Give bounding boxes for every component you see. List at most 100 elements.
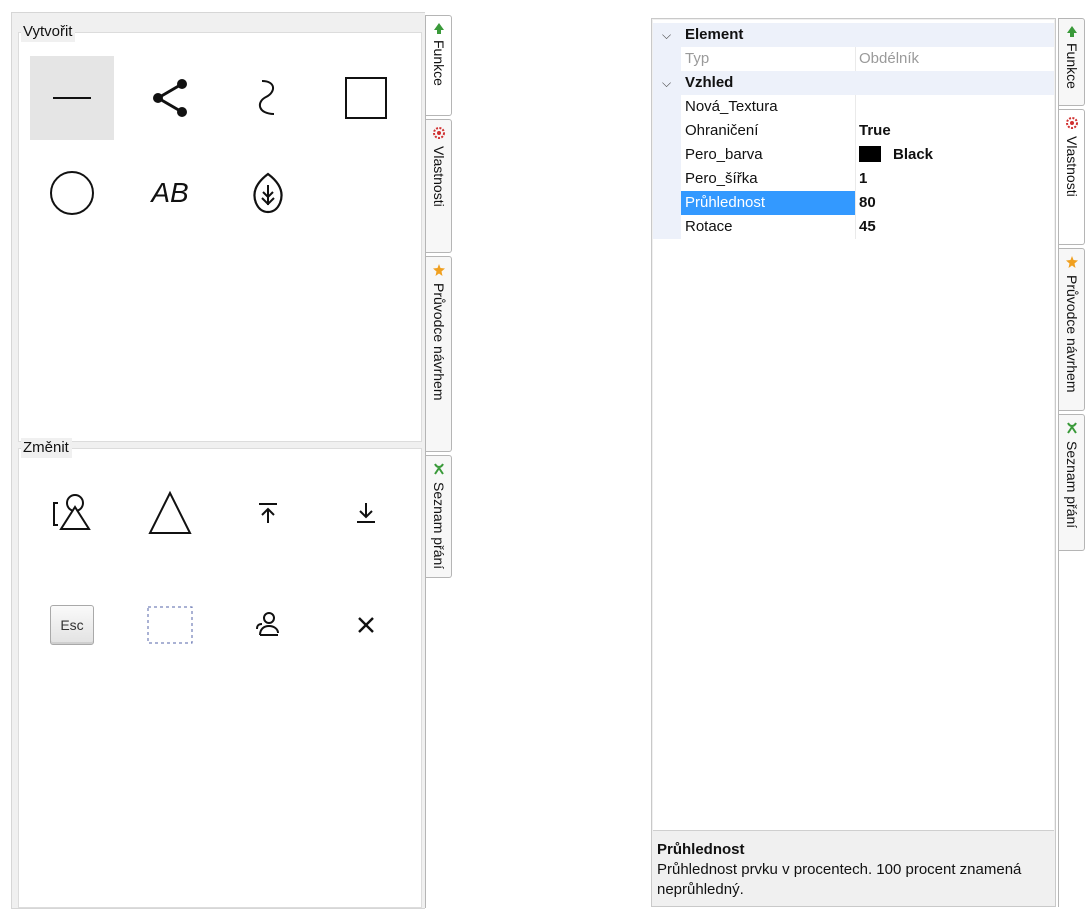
delete-tool-button[interactable] <box>324 583 408 667</box>
esc-key-label: Esc <box>60 617 84 633</box>
triangle-tool-button[interactable] <box>128 471 212 555</box>
tab-seznam-prani-label: Seznam přání <box>431 482 447 570</box>
ellipse-tool-button[interactable] <box>30 151 114 235</box>
line-tool-button[interactable] <box>30 56 114 140</box>
toolbox-panel: Vytvořit AB Změnit Esc <box>11 12 425 909</box>
row-gutter <box>653 143 681 167</box>
row-gutter <box>653 167 681 191</box>
circle-icon <box>50 171 94 215</box>
star-wand-icon <box>1066 256 1078 268</box>
category-title: Vzhled <box>685 74 734 91</box>
property-value[interactable]: 1 <box>859 167 867 191</box>
property-value[interactable]: True <box>859 119 891 143</box>
column-divider <box>855 95 856 119</box>
text-ab-icon: AB <box>151 177 189 208</box>
column-divider <box>855 47 856 71</box>
share-nodes-icon <box>153 79 187 117</box>
tab-vlastnosti-label: Vlastnosti <box>1064 136 1080 197</box>
tab-vlastnosti[interactable]: Vlastnosti <box>1059 109 1085 245</box>
bring-to-front-tool-button[interactable] <box>226 471 310 555</box>
property-name: Průhlednost <box>681 191 855 215</box>
tab-seznam-prani[interactable]: Seznam přání <box>426 455 452 578</box>
property-value: Obdélník <box>859 50 920 67</box>
chevron-down-icon[interactable]: ⌵ <box>662 23 671 47</box>
column-divider <box>855 191 856 215</box>
property-name: Pero_barva <box>685 146 763 163</box>
rectangle-tool-button[interactable] <box>324 56 408 140</box>
property-grid-panel: ⌵ Element Typ Obdélník ⌵ Vzhled Nová_Tex… <box>651 18 1056 907</box>
tab-funkce[interactable]: Funkce <box>426 15 452 116</box>
tab-seznam-prani-label: Seznam přání <box>1064 441 1080 529</box>
escape-tool-button[interactable]: Esc <box>30 583 114 667</box>
column-divider <box>855 215 856 239</box>
tab-funkce[interactable]: Funkce <box>1059 18 1085 106</box>
send-to-back-tool-button[interactable] <box>324 471 408 555</box>
tab-funkce-label: Funkce <box>431 40 447 86</box>
row-gutter <box>653 119 681 143</box>
esc-key-icon: Esc <box>50 605 94 645</box>
property-value[interactable]: Black <box>859 143 933 167</box>
property-row-selected[interactable]: Průhlednost 80 <box>653 191 1054 215</box>
ribbon-icon <box>1067 422 1077 434</box>
row-gutter <box>653 215 681 239</box>
modify-group: Změnit Esc <box>18 438 422 908</box>
property-row[interactable]: Pero_barva Black <box>653 143 1054 167</box>
property-row[interactable]: Nová_Textura <box>653 95 1054 119</box>
connector-tool-button[interactable] <box>128 56 212 140</box>
ribbon-icon <box>434 463 444 475</box>
property-name: Typ <box>685 50 710 67</box>
property-name: Ohraničení <box>685 122 759 139</box>
color-swatch <box>859 146 881 162</box>
column-divider <box>855 119 856 143</box>
triangle-icon <box>148 490 192 534</box>
category-element[interactable]: ⌵ Element <box>653 23 1054 47</box>
property-name: Rotace <box>685 218 733 235</box>
tab-vlastnosti[interactable]: Vlastnosti <box>426 119 452 253</box>
row-gutter <box>653 191 681 215</box>
arrow-up-to-top-icon <box>259 503 277 523</box>
tab-pruvodce-navrhem[interactable]: Průvodce návrhem <box>1059 248 1085 411</box>
curve-tool-button[interactable] <box>226 56 310 140</box>
category-title: Element <box>685 26 744 43</box>
category-vzhled[interactable]: ⌵ Vzhled <box>653 71 1054 95</box>
description-text: Průhlednost prvku v procentech. 100 proc… <box>657 861 1022 898</box>
square-icon <box>345 77 387 119</box>
property-row[interactable]: Pero_šířka 1 <box>653 167 1054 191</box>
tree-icon <box>1067 26 1077 37</box>
edit-shape-tool-button[interactable] <box>30 471 114 555</box>
property-row[interactable]: Ohraničení True <box>653 119 1054 143</box>
property-value[interactable]: 80 <box>859 191 876 215</box>
tab-funkce-label: Funkce <box>1064 43 1080 89</box>
tab-vlastnosti-label: Vlastnosti <box>431 146 447 207</box>
tab-pruvodce-navrhem-label: Průvodce návrhem <box>1064 275 1080 393</box>
property-value[interactable]: 45 <box>859 215 876 239</box>
leaf-icon <box>253 172 283 214</box>
text-tool-button[interactable]: AB <box>128 151 212 235</box>
chevron-down-icon[interactable]: ⌵ <box>662 71 671 95</box>
tab-seznam-prani[interactable]: Seznam přání <box>1059 414 1085 551</box>
description-title: Průhlednost <box>657 841 745 858</box>
color-value-label: Black <box>893 146 934 163</box>
close-x-icon <box>358 617 374 633</box>
group-tool-button[interactable] <box>226 583 310 667</box>
gear-red-icon <box>433 127 445 139</box>
curve-icon <box>258 80 275 115</box>
gear-red-icon <box>1066 117 1078 129</box>
dashed-rectangle-icon <box>147 606 193 644</box>
selection-tool-button[interactable] <box>128 583 212 667</box>
property-row[interactable]: Typ Obdélník <box>653 47 1054 71</box>
property-row[interactable]: Rotace 45 <box>653 215 1054 239</box>
column-divider <box>855 143 856 167</box>
property-grid: ⌵ Element Typ Obdélník ⌵ Vzhled Nová_Tex… <box>653 20 1054 831</box>
tab-pruvodce-navrhem-label: Průvodce návrhem <box>431 283 447 401</box>
row-gutter <box>653 95 681 119</box>
leaf-tool-button[interactable] <box>226 151 310 235</box>
property-description: Průhlednost Průhlednost prvku v procente… <box>653 834 1054 904</box>
shape-edit-icon <box>53 494 91 530</box>
row-gutter <box>653 47 681 71</box>
create-group-title: Vytvořit <box>21 22 76 42</box>
group-person-icon <box>256 612 279 636</box>
tab-pruvodce-navrhem[interactable]: Průvodce návrhem <box>426 256 452 452</box>
column-divider <box>855 167 856 191</box>
create-group: Vytvořit AB <box>18 22 422 442</box>
